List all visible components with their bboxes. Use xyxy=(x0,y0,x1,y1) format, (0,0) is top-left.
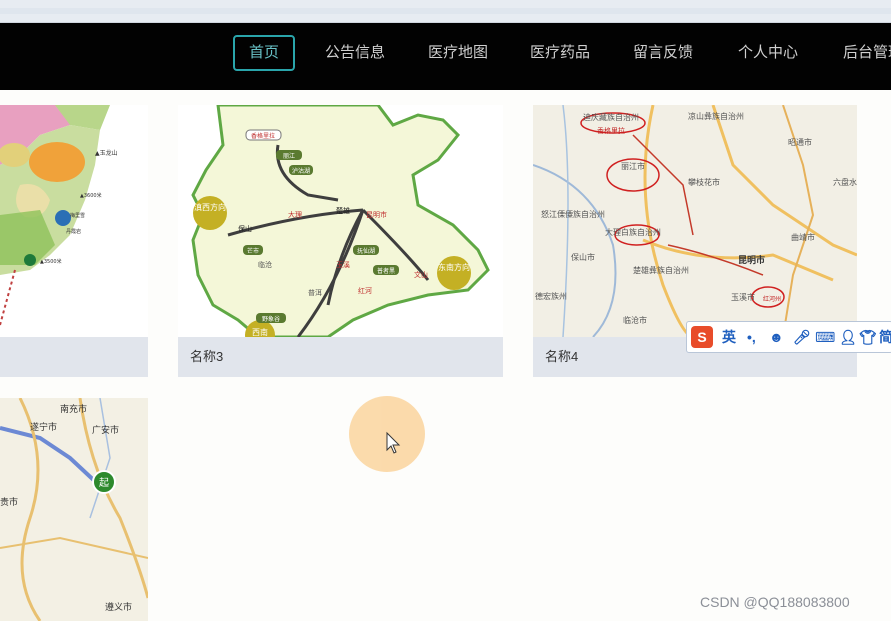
map-label-diqing: 迪庆藏族自治州 xyxy=(583,112,639,122)
svg-text:▲3600米: ▲3600米 xyxy=(80,192,102,199)
map-label-qujing: 曲靖市 xyxy=(791,232,815,242)
map-label-yuxi: 玉溪 xyxy=(336,260,350,269)
map-image-yunnan: 滇西方向 东南方向 西南 香格里拉 丽江 泸沽湖 芒市 保山 大理 昆明市 楚雄… xyxy=(178,105,503,337)
ime-logo-icon[interactable]: S xyxy=(691,326,713,348)
map-image-route-yunnan: 凉山彝族自治州 迪庆藏族自治州 香格里拉 丽江市 攀枝花市 昭通市 六盘水 怒江… xyxy=(533,105,857,337)
map-label-lincang-city: 临沧市 xyxy=(623,315,647,325)
map-label-dali: 大理 xyxy=(288,210,302,219)
map-label-kunming: 昆明市 xyxy=(366,210,387,219)
csdn-watermark: CSDN @QQ188083800 xyxy=(700,594,850,610)
map-image-tourism: ▲玉龙山 ▲3600米 梅里雪 丹霞岩 ▲3500米 xyxy=(0,105,148,337)
map-label-liangshan: 凉山彝族自治州 xyxy=(688,111,744,121)
ime-language-toggle[interactable]: 英 xyxy=(722,322,736,352)
map-label-zhaotong: 昭通市 xyxy=(788,137,812,147)
map-label-chuxiong-pref: 楚雄彝族自治州 xyxy=(633,265,689,275)
map-label-puzhehei: 普者黑 xyxy=(377,267,395,275)
map-card-2[interactable]: 滇西方向 东南方向 西南 香格里拉 丽江 泸沽湖 芒市 保山 大理 昆明市 楚雄… xyxy=(178,105,503,377)
browser-strip-line xyxy=(0,8,891,14)
map-label-suining: 遂宁市 xyxy=(30,421,57,433)
nav-medicines[interactable]: 医疗药品 xyxy=(530,37,590,69)
ime-simplified-toggle[interactable]: 简 xyxy=(879,322,891,352)
browser-top-strip xyxy=(0,0,891,23)
cursor-highlight xyxy=(349,396,425,472)
map-label-baoshan-city: 保山市 xyxy=(571,252,595,262)
map-label-chuxiong: 楚雄 xyxy=(336,206,350,215)
ime-toolbar[interactable]: S 英 •, ☻ 🎤︎ ⌨ 👤︎ 👕︎ 简 xyxy=(686,321,891,353)
nav-home[interactable]: 首页 xyxy=(233,35,296,71)
map-label-dehong: 德宏族州 xyxy=(535,291,567,301)
map-card-4[interactable]: 起 南充市 遂宁市 广安市 遵义市 贵市 xyxy=(0,398,148,621)
nav-admin[interactable]: 后台管理 xyxy=(843,37,891,69)
map-label-baoshan: 保山 xyxy=(238,224,252,233)
map-label-mangshi: 芒市 xyxy=(247,247,259,255)
ime-keyboard-icon[interactable]: ⌨ xyxy=(815,322,835,352)
map-label-west: 滇西方向 xyxy=(194,202,226,212)
nav-feedback[interactable]: 留言反馈 xyxy=(633,37,693,69)
ime-punctuation-icon[interactable]: •, xyxy=(747,322,756,352)
nav-medical-map[interactable]: 医疗地图 xyxy=(428,37,488,69)
map-label-elephant-valley: 野象谷 xyxy=(262,315,280,323)
map-label-gui: 贵市 xyxy=(0,496,18,508)
map-label-wenshan: 文山 xyxy=(414,270,428,279)
map-label-southwest: 西南 xyxy=(252,327,268,337)
ime-skin-icon[interactable]: 👕︎ xyxy=(859,322,877,352)
map-label-lincang: 临沧 xyxy=(258,260,272,269)
map-label-nanchong: 南充市 xyxy=(60,403,87,415)
map-label-lijiang-city: 丽江市 xyxy=(621,161,645,171)
svg-text:梅里雪: 梅里雪 xyxy=(70,212,85,219)
map-label-lijiang: 丽江 xyxy=(283,153,295,160)
map-card-1[interactable]: ▲玉龙山 ▲3600米 梅里雪 丹霞岩 ▲3500米 xyxy=(0,105,148,377)
map-label-nujiang: 怒江傈僳族自治州 xyxy=(541,209,605,219)
map-label-honghe-pref: 红河州 xyxy=(763,295,781,303)
map-label-liupanshui: 六盘水 xyxy=(833,177,857,187)
map-label-shangrila: 香格里拉 xyxy=(251,132,275,140)
nav-personal-center[interactable]: 个人中心 xyxy=(738,37,798,69)
map-label-honghe: 红河 xyxy=(358,286,372,295)
top-navbar: 首页 公告信息 医疗地图 医疗药品 留言反馈 个人中心 后台管理 xyxy=(0,23,891,90)
map-label-kunming-city: 昆明市 xyxy=(738,254,765,266)
ime-mic-icon[interactable]: 🎤︎ xyxy=(793,322,811,352)
map-label-shangrila-2: 香格里拉 xyxy=(597,126,625,135)
nav-announcements[interactable]: 公告信息 xyxy=(325,37,385,69)
map-label-panzhihua: 攀枝花市 xyxy=(688,177,720,187)
map-start-marker: 起 xyxy=(99,477,109,489)
map-image-route-sichuan: 起 南充市 遂宁市 广安市 遵义市 贵市 xyxy=(0,398,148,621)
map-label-zunyi: 遵义市 xyxy=(105,601,132,613)
map-label-guangan: 广安市 xyxy=(92,424,119,436)
svg-text:▲玉龙山: ▲玉龙山 xyxy=(95,149,118,157)
map-label-lugu: 泸沽湖 xyxy=(292,167,310,175)
map-label-yuxi-city: 玉溪市 xyxy=(731,292,755,302)
map-label-dali-pref: 大理白族自治州 xyxy=(605,227,661,237)
map-label-puer: 普洱 xyxy=(308,288,322,297)
ime-user-icon[interactable]: 👤︎ xyxy=(839,322,857,352)
map-label-southeast: 东南方向 xyxy=(438,262,470,272)
card-caption xyxy=(0,337,148,377)
card-caption: 名称3 xyxy=(178,337,503,377)
map-label-fuxian: 抚仙湖 xyxy=(357,247,375,255)
ime-emoji-icon[interactable]: ☻ xyxy=(769,322,784,352)
svg-text:丹霞岩: 丹霞岩 xyxy=(66,228,81,235)
mouse-pointer-icon xyxy=(386,431,401,454)
svg-text:▲3500米: ▲3500米 xyxy=(40,258,62,265)
